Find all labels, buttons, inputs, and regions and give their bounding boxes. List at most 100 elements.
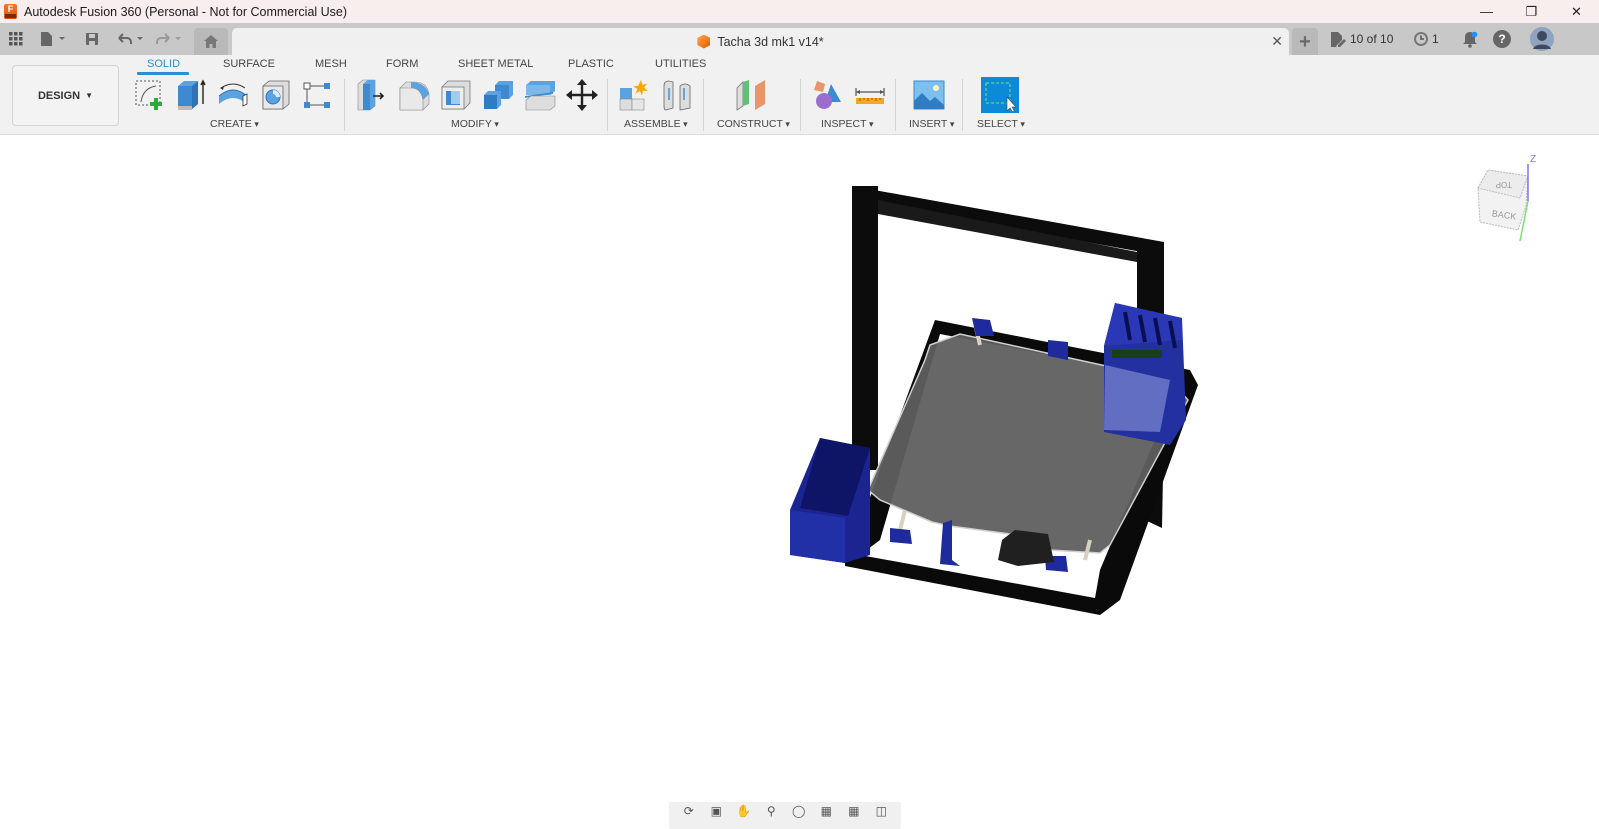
zoom-icon[interactable]: ⚲	[761, 804, 781, 818]
construction-plane-icon	[736, 80, 765, 111]
new-tab-button[interactable]: +	[1292, 28, 1318, 55]
version-count-text: 10 of 10	[1350, 32, 1394, 46]
notifications-button[interactable]	[1462, 23, 1478, 55]
group-divider	[344, 79, 345, 131]
tab-form[interactable]: FORM	[386, 58, 418, 70]
inspect-shapes-icon	[814, 81, 841, 109]
image-icon	[913, 80, 945, 110]
window-title: Autodesk Fusion 360 (Personal - Not for …	[24, 4, 348, 19]
extrude-button[interactable]	[173, 77, 209, 113]
viewcube-top-face[interactable]: TOP	[1496, 180, 1512, 189]
help-icon: ?	[1493, 30, 1511, 48]
side-box	[790, 438, 870, 563]
insert-menu[interactable]: INSERT	[909, 118, 954, 130]
press-pull-button[interactable]	[354, 77, 390, 113]
active-tab-indicator	[137, 72, 189, 75]
job-status[interactable]: 1	[1413, 23, 1439, 55]
pattern-button[interactable]	[299, 77, 335, 113]
fusion-360-logo-icon: F	[4, 4, 17, 19]
window-select-icon	[985, 82, 1017, 111]
model-render[interactable]	[0, 136, 1599, 829]
select-menu[interactable]: SELECT	[977, 118, 1025, 130]
window-titlebar: F Autodesk Fusion 360 (Personal - Not fo…	[0, 0, 1599, 23]
restore-button[interactable]: ❐	[1509, 0, 1554, 23]
tab-sheet-metal[interactable]: SHEET METAL	[458, 58, 533, 70]
combine-button[interactable]	[480, 77, 516, 113]
z-axis-label: Z	[1530, 154, 1536, 165]
version-counter[interactable]: 10 of 10	[1330, 23, 1393, 55]
display-settings-icon[interactable]: ▦	[816, 804, 836, 818]
user-avatar[interactable]	[1530, 23, 1554, 55]
document-title: Tacha 3d mk1 v14*	[717, 34, 824, 49]
undo-icon[interactable]	[114, 23, 146, 55]
fit-icon[interactable]: ◯	[789, 804, 809, 818]
tab-plastic[interactable]: PLASTIC	[568, 58, 614, 70]
split-body-button[interactable]	[522, 77, 558, 113]
insert-image-button[interactable]	[911, 77, 947, 113]
navigation-bar: ⟳ ▣ ✋ ⚲ ◯ ▦ ▦ ◫	[669, 802, 901, 829]
workspace-label: DESIGN	[37, 89, 81, 102]
tab-surface[interactable]: SURFACE	[223, 58, 275, 70]
electronics-enclosure	[1104, 303, 1186, 445]
offset-plane-button[interactable]	[733, 77, 769, 113]
revolve-icon	[218, 83, 248, 107]
window-select-button[interactable]	[981, 77, 1019, 113]
split-body-icon	[524, 81, 556, 111]
redo-icon[interactable]	[152, 23, 184, 55]
tab-utilities[interactable]: UTILITIES	[655, 58, 706, 70]
shell-button[interactable]	[438, 77, 474, 113]
job-status-count: 1	[1432, 32, 1439, 46]
inspect-menu[interactable]: INSPECT	[821, 118, 874, 130]
document-tab[interactable]: Tacha 3d mk1 v14* ✕	[232, 28, 1289, 55]
tab-mesh[interactable]: MESH	[315, 58, 347, 70]
ribbon-toolbar: DESIGN ▼ SOLID SURFACE MESH FORM SHEET M…	[0, 55, 1599, 135]
press-pull-icon	[357, 79, 385, 111]
assemble-menu[interactable]: ASSEMBLE	[624, 118, 688, 130]
interference-button[interactable]	[809, 77, 845, 113]
fillet-button[interactable]	[396, 77, 432, 113]
create-menu[interactable]: CREATE	[210, 118, 259, 130]
bell-icon	[1463, 31, 1478, 48]
grid-icon[interactable]: ▦	[844, 804, 864, 818]
joint-button[interactable]	[659, 77, 695, 113]
apps-grid-icon[interactable]	[6, 23, 26, 55]
fillet-icon	[399, 81, 430, 111]
group-divider	[962, 79, 963, 131]
minimize-button[interactable]: —	[1464, 0, 1509, 23]
file-menu-icon[interactable]	[38, 23, 68, 55]
modify-menu[interactable]: MODIFY	[451, 118, 499, 130]
tab-solid[interactable]: SOLID	[147, 58, 180, 70]
workspace-switcher[interactable]: DESIGN ▼	[12, 65, 119, 126]
measure-button[interactable]	[852, 77, 888, 113]
home-icon	[204, 35, 218, 48]
group-divider	[800, 79, 801, 131]
save-icon[interactable]	[83, 23, 101, 55]
help-button[interactable]: ?	[1493, 23, 1511, 55]
create-sketch-icon	[135, 80, 162, 110]
home-tab[interactable]	[194, 28, 228, 55]
component-cube-icon	[697, 34, 711, 49]
combine-icon	[484, 81, 513, 109]
measure-ruler-icon	[855, 88, 885, 104]
create-sketch-button[interactable]	[132, 77, 168, 113]
pan-hand-icon[interactable]: ✋	[734, 804, 754, 818]
rectangular-pattern-icon	[303, 82, 330, 108]
revolve-button[interactable]	[215, 77, 251, 113]
hole-button[interactable]	[258, 77, 294, 113]
new-component-button[interactable]	[616, 77, 652, 113]
orbit-icon[interactable]: ⟳	[679, 804, 699, 818]
close-window-button[interactable]: ✕	[1554, 0, 1599, 23]
close-tab-icon[interactable]: ✕	[1271, 33, 1283, 50]
viewports-icon[interactable]: ◫	[871, 804, 891, 818]
viewcube[interactable]: TOP BACK Z	[1468, 146, 1558, 256]
window-controls: — ❐ ✕	[1464, 0, 1599, 23]
shell-icon	[441, 80, 471, 110]
extrude-icon	[178, 79, 206, 110]
move-copy-button[interactable]	[564, 77, 600, 113]
look-at-icon[interactable]: ▣	[706, 804, 726, 818]
hole-icon	[262, 80, 290, 110]
new-component-icon	[619, 80, 648, 111]
construct-menu[interactable]: CONSTRUCT	[717, 118, 790, 130]
group-divider	[703, 79, 704, 131]
3d-viewport[interactable]: TOP BACK Z ⟳ ▣ ✋ ⚲ ◯ ▦ ▦ ◫	[0, 136, 1599, 829]
